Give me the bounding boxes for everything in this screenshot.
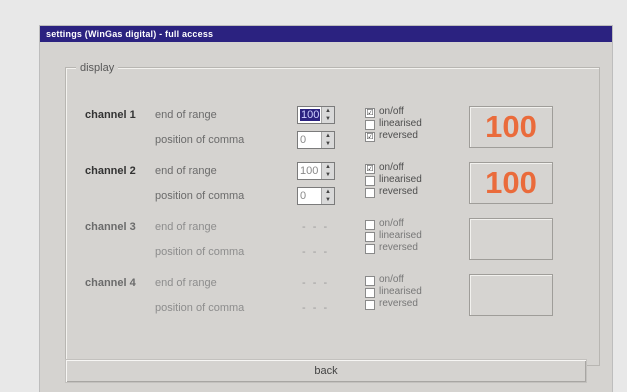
channel-2-comma-label: position of comma [155,190,245,202]
channel-4-label: channel 4 [85,277,136,289]
checkbox-label: on/off [379,106,404,117]
display-group-label: display [76,62,119,74]
channel-2-label: channel 2 [85,165,136,177]
channel-3-reversed-checkbox[interactable]: reversed [365,242,445,256]
spin-up-icon[interactable]: ▲ [322,163,334,171]
channel-1-end-of-range-label: end of range [155,109,217,121]
channel-2-reversed-checkbox[interactable]: reversed [365,186,445,200]
checkbox-icon[interactable] [365,176,375,186]
channel-1-end-of-range-arrows[interactable]: ▲ ▼ [321,107,334,123]
channel-2-end-of-range-value[interactable]: 100 [300,165,318,177]
channel-4-end-of-range-label: end of range [155,277,217,289]
spin-down-icon[interactable]: ▼ [322,115,334,123]
spin-down-icon[interactable]: ▼ [322,196,334,204]
checkbox-icon[interactable]: ☑ [365,132,375,142]
spin-down-icon[interactable]: ▼ [322,171,334,179]
checkbox-icon[interactable] [365,220,375,230]
checkbox-icon[interactable]: ☑ [365,108,375,118]
checkbox-icon[interactable]: ☑ [365,164,375,174]
channel-3-row: channel 3 end of range position of comma… [40,218,612,274]
checkbox-icon[interactable] [365,120,375,130]
channel-4-display [469,274,553,316]
checkbox-label: on/off [379,162,404,173]
back-button[interactable]: back [65,359,587,383]
channel-3-display [469,218,553,260]
channel-2-end-of-range-spinner[interactable]: 100 ▲ ▼ [297,162,335,180]
channel-1-reversed-checkbox[interactable]: ☑ reversed [365,130,445,144]
checkbox-label: on/off [379,218,404,229]
checkbox-label: linearised [379,174,422,185]
channel-3-comma-label: position of comma [155,246,245,258]
checkbox-icon[interactable] [365,188,375,198]
checkbox-label: linearised [379,286,422,297]
channel-2-end-of-range-arrows[interactable]: ▲ ▼ [321,163,334,179]
channel-1-comma-spinner[interactable]: 0 ▲ ▼ [297,131,335,149]
channel-3-end-of-range-label: end of range [155,221,217,233]
channel-3-comma-placeholder: - - - [302,246,330,258]
channel-1-end-of-range-value[interactable]: 100 [300,109,321,121]
channel-2-comma-value[interactable]: 0 [300,190,306,202]
channel-2-comma-arrows[interactable]: ▲ ▼ [321,188,334,204]
channel-1-label: channel 1 [85,109,136,121]
spin-down-icon[interactable]: ▼ [322,140,334,148]
spin-up-icon[interactable]: ▲ [322,107,334,115]
window-title: settings (WinGas digital) - full access [40,26,612,42]
settings-window: settings (WinGas digital) - full access … [40,26,612,392]
channel-1-display: 100 [469,106,553,148]
checkbox-label: linearised [379,230,422,241]
channel-1-end-of-range-spinner[interactable]: 100 ▲ ▼ [297,106,335,124]
channel-2-display: 100 [469,162,553,204]
channel-1-comma-arrows[interactable]: ▲ ▼ [321,132,334,148]
channel-4-comma-label: position of comma [155,302,245,314]
checkbox-icon[interactable] [365,288,375,298]
checkbox-label: reversed [379,186,418,197]
checkbox-label: linearised [379,118,422,129]
checkbox-label: reversed [379,242,418,253]
channel-2-comma-spinner[interactable]: 0 ▲ ▼ [297,187,335,205]
checkbox-icon[interactable] [365,232,375,242]
checkbox-icon[interactable] [365,300,375,310]
channel-4-comma-placeholder: - - - [302,302,330,314]
channel-4-reversed-checkbox[interactable]: reversed [365,298,445,312]
spin-up-icon[interactable]: ▲ [322,188,334,196]
spin-up-icon[interactable]: ▲ [322,132,334,140]
checkbox-label: reversed [379,130,418,141]
channel-4-end-of-range-placeholder: - - - [302,277,330,289]
channel-1-comma-value[interactable]: 0 [300,134,306,146]
channel-2-row: channel 2 end of range position of comma… [40,162,612,218]
checkbox-icon[interactable] [365,276,375,286]
channel-3-end-of-range-placeholder: - - - [302,221,330,233]
channel-2-end-of-range-label: end of range [155,165,217,177]
channel-3-label: channel 3 [85,221,136,233]
channel-1-row: channel 1 end of range position of comma… [40,106,612,162]
checkbox-icon[interactable] [365,244,375,254]
channel-4-row: channel 4 end of range position of comma… [40,274,612,330]
checkbox-label: reversed [379,298,418,309]
checkbox-label: on/off [379,274,404,285]
channel-1-comma-label: position of comma [155,134,245,146]
